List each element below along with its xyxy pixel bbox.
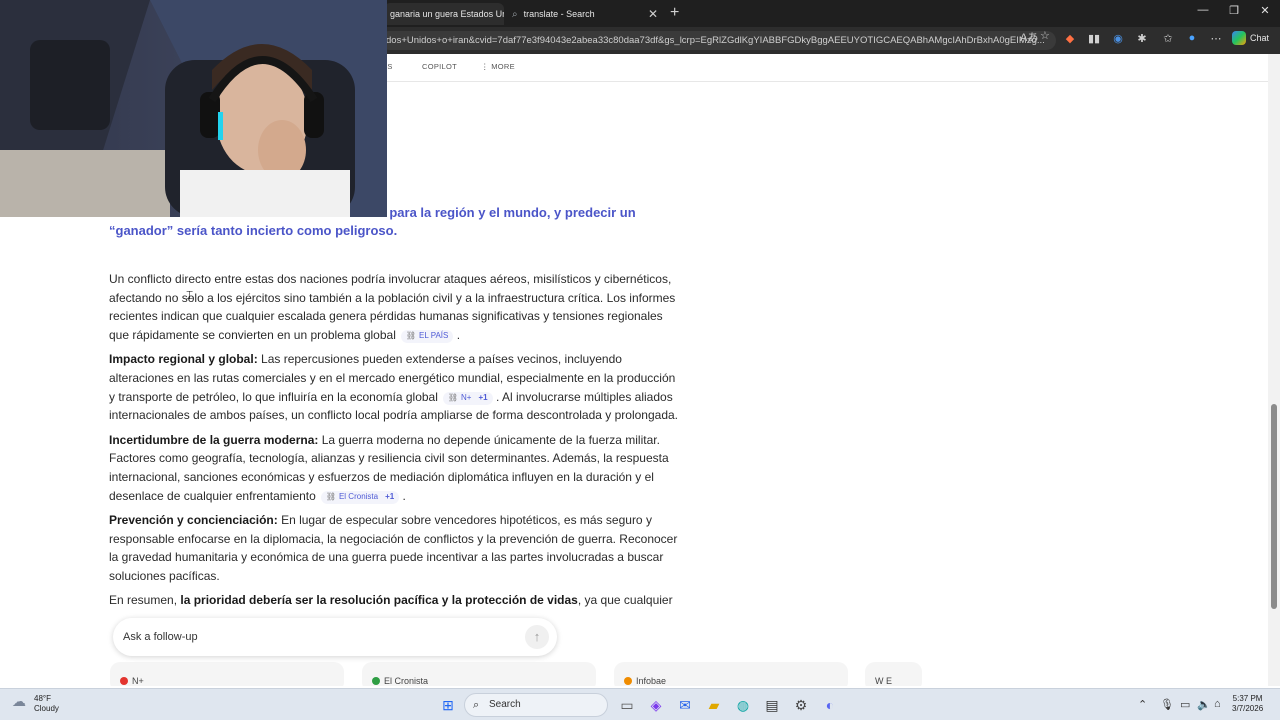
tab-active[interactable]: ganaria un guera Estados Ur ✕ <box>384 3 504 25</box>
copilot-logo-icon <box>1232 31 1246 45</box>
nav-more[interactable]: ⋮ MORE <box>481 62 515 71</box>
clock-time: 5:37 PM <box>1232 694 1263 703</box>
source-card[interactable]: El Cronista <box>362 662 596 686</box>
chat-label: Chat <box>1250 33 1270 43</box>
favorite-star-icon[interactable]: ☆ <box>1040 29 1050 42</box>
source-name: N+ <box>132 676 144 686</box>
extension-icon[interactable]: ◉ <box>1110 32 1126 45</box>
follow-up-input[interactable] <box>123 627 503 647</box>
windows-taskbar: ☁ 48°F Cloudy ⊞ ⌕ Search ▭ ◈ ✉ ▰ ◍ ▤ ⚙ ◐… <box>0 688 1280 720</box>
citation-chip[interactable]: ⛓ EL PAÍS <box>400 329 454 343</box>
system-clock[interactable]: 5:37 PM 3/7/2026 <box>1232 694 1263 714</box>
restore-icon[interactable]: ❐ <box>1219 4 1249 17</box>
task-view-icon[interactable]: ▭ <box>617 695 637 715</box>
network-icon[interactable]: ⌂ <box>1214 698 1221 710</box>
link-icon: ⛓ <box>447 392 459 402</box>
tab-translate[interactable]: ⌕ translate - Search ✕ <box>506 3 664 25</box>
source-card[interactable]: Infobae <box>614 662 848 686</box>
link-icon: ⛓ <box>405 331 417 341</box>
extensions-puzzle-icon[interactable]: ✱ <box>1134 32 1150 45</box>
scrollbar-thumb[interactable] <box>1271 404 1277 609</box>
answer-paragraph: Un conflicto directo entre estas dos nac… <box>109 270 684 345</box>
tab-title: translate - Search <box>523 9 595 19</box>
webcam-feed-image <box>0 0 387 217</box>
source-favicon <box>372 677 380 685</box>
citation-chip[interactable]: ⛓ N+ +1 <box>442 391 493 405</box>
profile-avatar-icon[interactable]: ● <box>1184 32 1200 44</box>
source-name: W E <box>875 676 892 686</box>
webcam-overlay <box>0 0 387 217</box>
discord-icon[interactable]: ◐ <box>820 695 840 715</box>
address-bar[interactable]: dos+Unidos+o+iran&cvid=7daf77e3f94043e2a… <box>380 31 1056 50</box>
source-name: Infobae <box>636 676 667 686</box>
citation-chip[interactable]: ⛓ El Cronista +1 <box>320 490 400 504</box>
answer-paragraph: Prevención y concienciación: En lugar de… <box>109 511 684 586</box>
minimize-icon[interactable]: — <box>1188 4 1218 16</box>
link-icon: ⛓ <box>325 491 336 501</box>
page-scrollbar[interactable] <box>1268 54 1280 686</box>
app-icon[interactable]: ▤ <box>762 695 782 715</box>
microphone-icon[interactable]: 🎙 <box>1160 698 1174 711</box>
weather-condition: Cloudy <box>34 704 59 713</box>
extension-icon[interactable]: ◆ <box>1062 32 1078 45</box>
paragraph-text: , ya que cualquier <box>577 593 673 608</box>
citation-source: N+ <box>461 392 472 402</box>
close-window-icon[interactable]: ✕ <box>1250 4 1280 17</box>
display-icon[interactable]: ▭ <box>1180 698 1190 711</box>
tab-title: ganaria un guera Estados Ur <box>390 9 504 19</box>
copilot-app-icon[interactable]: ◈ <box>646 695 666 715</box>
favorites-icon[interactable]: ✩ <box>1160 32 1176 45</box>
new-tab-icon[interactable]: + <box>670 3 679 23</box>
weather-temperature: 48°F <box>34 694 51 703</box>
mouse-cursor-icon: ⌶ <box>186 288 194 302</box>
read-aloud-icon[interactable]: Aあ <box>1020 29 1038 45</box>
citation-source: El Cronista <box>338 491 379 501</box>
citation-more: +1 <box>385 491 395 501</box>
follow-up-box: ↑ <box>113 618 557 656</box>
source-card[interactable]: W E <box>865 662 922 686</box>
search-icon: ⌕ <box>512 8 518 20</box>
speaker-icon[interactable]: 🔈 <box>1197 698 1211 711</box>
source-favicon <box>624 677 632 685</box>
windows-start-icon[interactable]: ⊞ <box>438 695 458 715</box>
search-icon: ⌕ <box>473 699 480 711</box>
steam-icon[interactable]: ⚙ <box>791 695 811 715</box>
edge-browser-icon[interactable]: ◍ <box>733 695 753 715</box>
taskbar-search[interactable]: ⌕ Search <box>464 693 608 717</box>
paragraph-heading: Impacto regional y global: <box>109 352 258 367</box>
answer-paragraph: Incertidumbre de la guerra moderna: La g… <box>109 431 684 506</box>
nav-copilot[interactable]: COPILOT <box>422 62 457 71</box>
citation-source: EL PAÍS <box>419 331 449 341</box>
paragraph-text: Un conflicto directo entre estas dos nac… <box>109 272 676 343</box>
source-name: El Cronista <box>384 676 429 686</box>
answer-paragraph: En resumen, la prioridad debería ser la … <box>109 591 684 610</box>
weather-widget[interactable]: ☁ 48°F Cloudy <box>12 694 59 714</box>
extension-icon[interactable]: ▮▮ <box>1086 32 1102 45</box>
close-tab-icon[interactable]: ✕ <box>642 7 658 21</box>
more-options-icon[interactable]: ⋯ <box>1208 32 1224 45</box>
nav-more-label: MORE <box>491 62 515 71</box>
outlook-icon[interactable]: ✉ <box>675 695 695 715</box>
tray-chevron-icon[interactable]: ⌃ <box>1138 698 1147 711</box>
more-dots-icon: ⋮ <box>481 62 492 71</box>
answer-body: Un conflicto directo entre estas dos nac… <box>109 270 684 615</box>
taskbar-search-label: Search <box>489 699 521 710</box>
url-text: dos+Unidos+o+iran&cvid=7daf77e3f94043e2a… <box>386 35 1045 46</box>
copilot-chat-button[interactable]: Chat <box>1232 31 1269 45</box>
paragraph-bold: la prioridad debería ser la resolución p… <box>180 593 578 608</box>
answer-paragraph: Impacto regional y global: Las repercusi… <box>109 350 684 425</box>
citation-more: +1 <box>478 392 488 402</box>
paragraph-text: En resumen, <box>109 593 181 608</box>
paragraph-heading: Prevención y concienciación: <box>109 512 278 527</box>
source-favicon <box>120 677 128 685</box>
cloud-icon: ☁ <box>12 693 26 709</box>
file-explorer-icon[interactable]: ▰ <box>704 695 724 715</box>
clock-date: 3/7/2026 <box>1232 704 1264 713</box>
send-arrow-icon[interactable]: ↑ <box>525 625 549 649</box>
source-card[interactable]: N+ <box>110 662 344 686</box>
paragraph-heading: Incertidumbre de la guerra moderna: <box>109 432 319 447</box>
